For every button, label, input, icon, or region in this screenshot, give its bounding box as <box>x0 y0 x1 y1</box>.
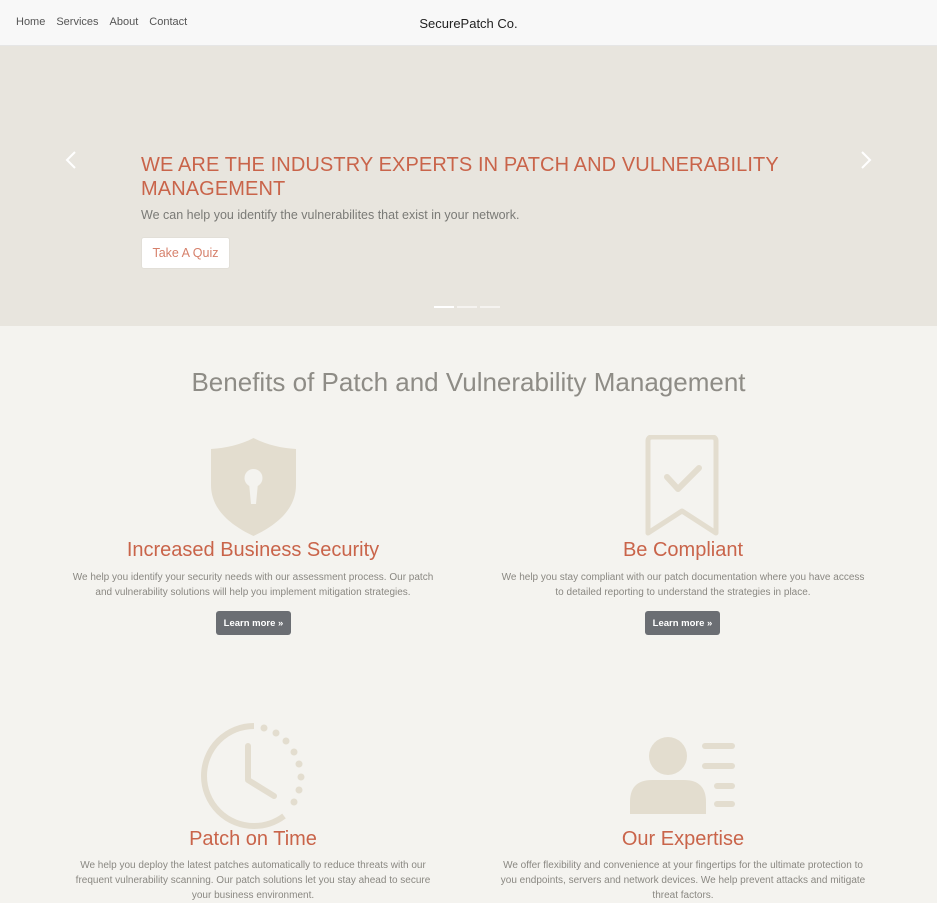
feature-desc-security: We help you identify your security needs… <box>72 572 434 598</box>
feature-desc-compliant: We help you stay compliant with our patc… <box>501 572 865 598</box>
hero-carousel: WE ARE THE INDUSTRY EXPERTS IN PATCH AND… <box>0 46 937 326</box>
feature-title-compliant: Be Compliant <box>622 539 744 561</box>
clock-icon <box>201 723 305 829</box>
navbar: Home Services About Contact SecurePatch … <box>0 0 937 46</box>
bookmark-check-icon <box>645 435 719 536</box>
feature-title-expertise: Our Expertise <box>621 828 745 850</box>
hero-title: WE ARE THE INDUSTRY EXPERTS IN PATCH AND… <box>141 154 779 200</box>
brand-name[interactable]: SecurePatch Co. <box>0 16 937 31</box>
carousel-indicator[interactable] <box>434 306 454 308</box>
carousel-indicator[interactable] <box>480 306 500 308</box>
chevron-right-icon <box>861 151 872 169</box>
carousel-prev-button[interactable] <box>61 145 81 175</box>
learn-more-security-button[interactable]: Learn more » <box>216 611 291 635</box>
hero-subtitle: We can help you identify the vulnerabili… <box>141 208 520 222</box>
carousel-next-button[interactable] <box>856 145 876 175</box>
learn-more-compliant-button[interactable]: Learn more » <box>645 611 720 635</box>
feature-desc-patch-on-time: We help you deploy the latest patches au… <box>75 860 431 901</box>
feature-title-security: Increased Business Security <box>126 539 380 561</box>
take-quiz-button[interactable]: Take A Quiz <box>141 237 230 269</box>
section-title: Benefits of Patch and Vulnerability Mana… <box>191 367 746 397</box>
user-profile-icon <box>630 737 735 814</box>
feature-desc-expertise: We offer flexibility and convenience at … <box>500 860 866 901</box>
shield-lock-icon <box>211 438 296 536</box>
carousel-indicator[interactable] <box>457 306 477 308</box>
chevron-left-icon <box>65 151 76 169</box>
carousel-indicators <box>434 306 500 308</box>
feature-title-patch-on-time: Patch on Time <box>189 828 317 850</box>
